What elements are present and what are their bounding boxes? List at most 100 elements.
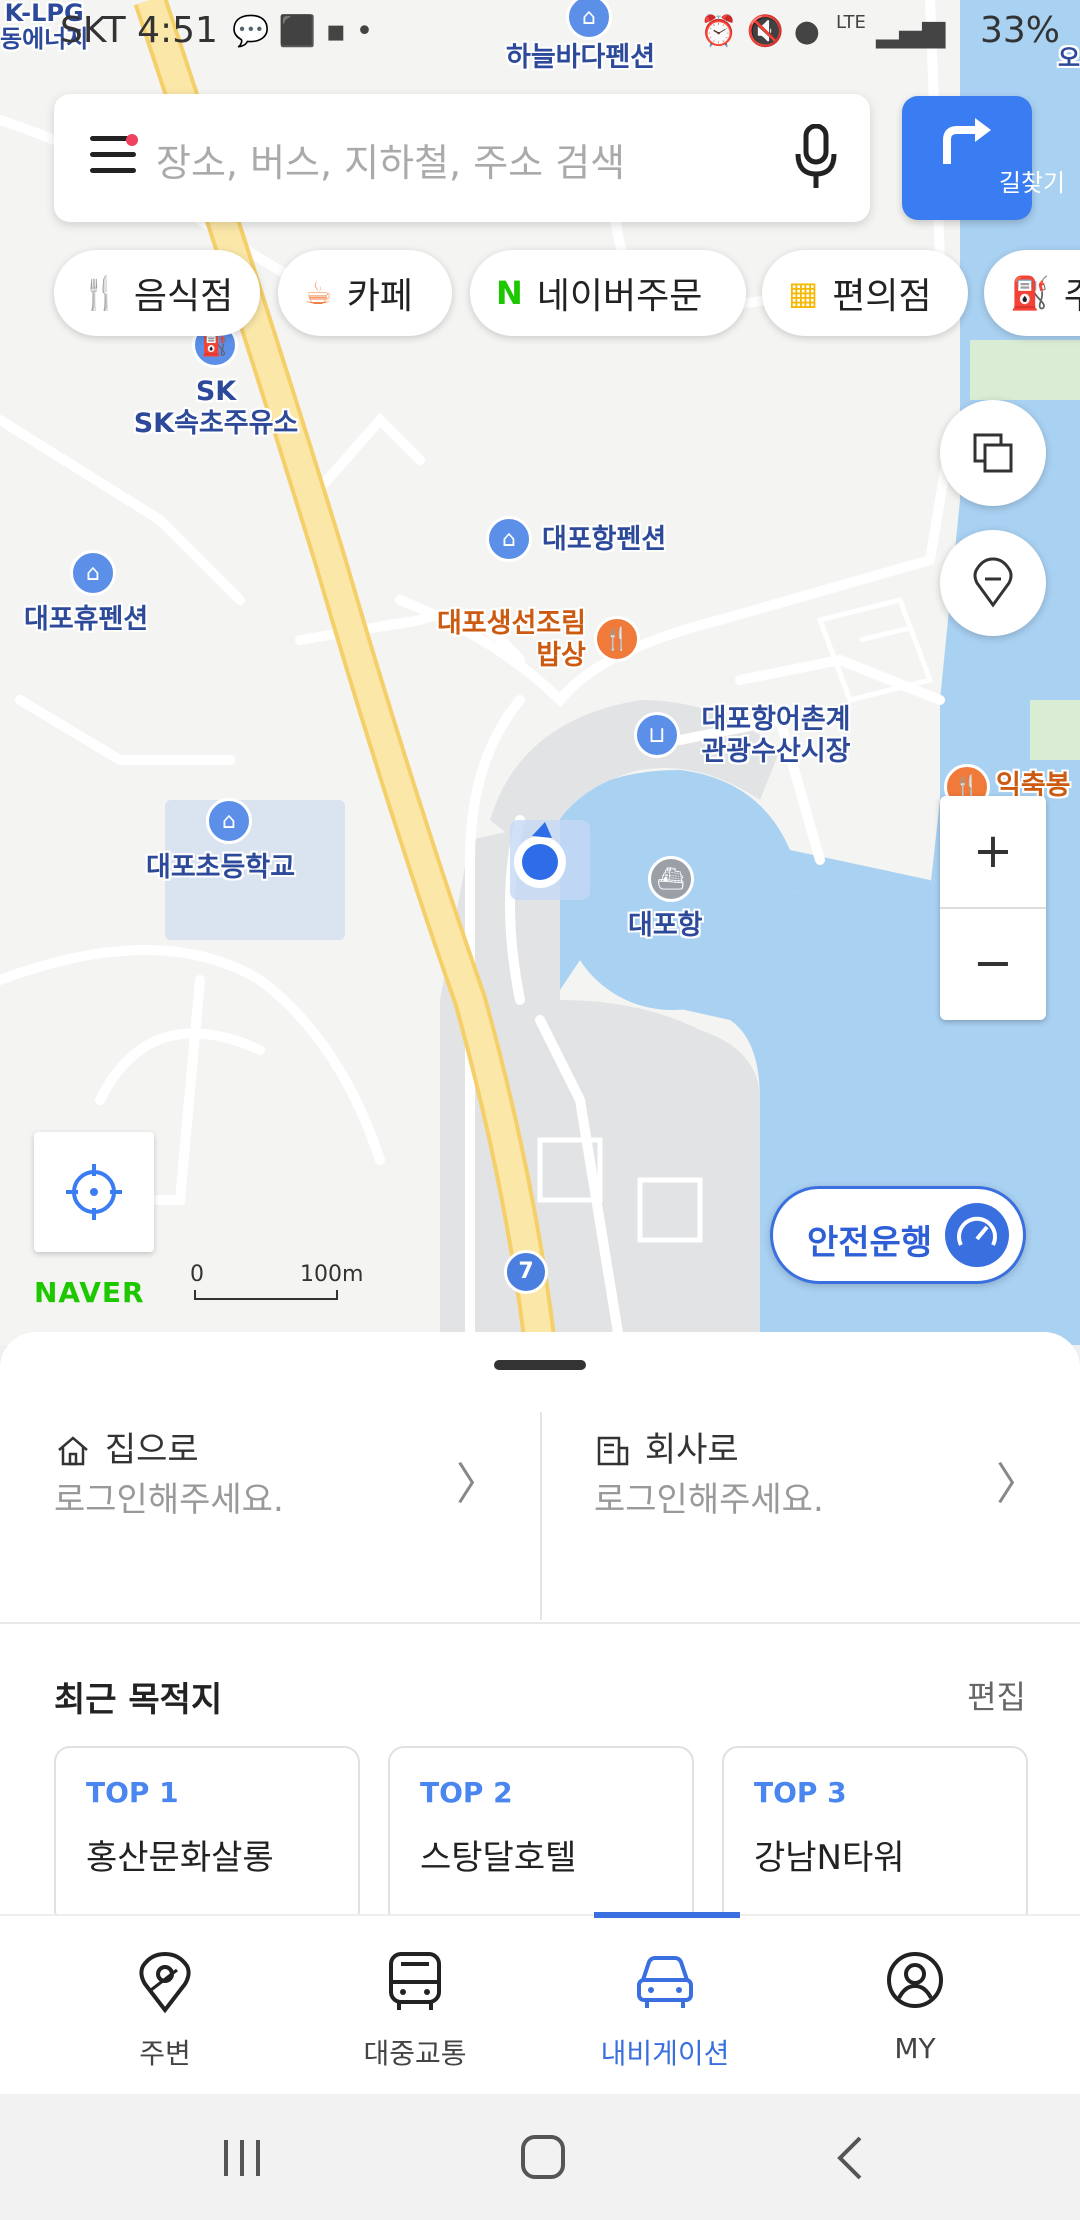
chip-label: 주 (1064, 267, 1080, 319)
chip-cafe[interactable]: ☕ 카페 (278, 250, 452, 336)
directions-label: 길찾기 (998, 169, 1066, 197)
microphone-icon[interactable] (794, 124, 838, 192)
bottom-navigation: 주변 대중교통 내비게이션 MY (0, 1912, 1080, 2096)
nav-tab-label: 주변 (139, 2037, 191, 2070)
bottom-sheet: 집으로 로그인해주세요. 〉 회사로 로그인해주세요. 〉 최근 목적지 편집 … (0, 1332, 1080, 1926)
directions-button[interactable]: 길찾기 (902, 96, 1065, 220)
recent-place: 스탕달호텔 (420, 1838, 577, 1878)
chip-convenience-store[interactable]: ▦ 편의점 (762, 250, 968, 336)
favorite-home[interactable]: 집으로 로그인해주세요. 〉 (0, 1422, 540, 1622)
safe-drive-label: 안전운행 (807, 1223, 933, 1263)
pin-icon (139, 1951, 191, 2014)
recent-rank: TOP 2 (420, 1776, 513, 1809)
nav-tab-transit[interactable]: 대중교통 (290, 1916, 540, 2096)
map-label-daepo-hyu-pension[interactable]: 대포휴펜션 (24, 604, 148, 636)
map-scale: 0 100m (190, 1262, 365, 1302)
nav-tab-label: MY (894, 2032, 936, 2065)
building-icon (597, 1436, 629, 1466)
nav-tab-label: 내비게이션 (600, 2037, 730, 2070)
chip-gas-station[interactable]: ⛽주 (984, 250, 1080, 336)
naver-n-icon: N (496, 274, 523, 312)
pension-pin-icon[interactable]: ⌂ (70, 550, 116, 596)
map-label-restaurant[interactable]: 대포생선조림 밥상 (420, 608, 586, 672)
map-view[interactable]: K-LPG 동에너지 ⌂ 하늘바다펜션 오 ⛽ SK SK속초주유소 ⌂ 대포항펜션… (0, 0, 1080, 1345)
school-pin-icon[interactable]: ⌂ (206, 798, 252, 844)
recent-place: 홍산문화살롱 (86, 1838, 274, 1878)
store-icon: ▦ (788, 274, 819, 312)
road-number-badge: 7 (504, 1250, 548, 1294)
recent-edit-button[interactable]: 편집 (967, 1672, 1026, 1718)
zoom-in-button[interactable]: + (940, 796, 1046, 906)
favorite-home-label: 집으로 (104, 1430, 199, 1470)
battery-percent: 33% (979, 10, 1060, 51)
map-label-market[interactable]: 대포항어촌계 관광수산시장 (688, 704, 864, 768)
map-label-daepo-hang-pension[interactable]: 대포항펜션 (542, 524, 666, 556)
pension-pin-icon[interactable]: ⌂ (486, 516, 532, 562)
map-label-school[interactable]: 대포초등학교 (146, 852, 295, 884)
system-navigation-bar (0, 2094, 1080, 2220)
favorite-work-subtitle: 로그인해주세요. (594, 1480, 824, 1520)
scale-start-label: 0 (190, 1262, 204, 1287)
scale-bar (194, 1290, 338, 1300)
current-location-button[interactable] (34, 1132, 154, 1252)
favorite-home-subtitle: 로그인해주세요. (54, 1480, 284, 1520)
chip-restaurant[interactable]: 🍴 음식점 (54, 250, 260, 336)
nav-tab-label: 대중교통 (363, 2037, 467, 2070)
scale-end-label: 100m (300, 1262, 364, 1287)
recent-place: 강남N타워 (754, 1838, 905, 1878)
search-input[interactable]: 장소, 버스, 지하철, 주소 검색 (156, 132, 625, 187)
chip-label: 카페 (346, 276, 413, 317)
home-button-icon[interactable] (520, 2134, 566, 2180)
section-divider (0, 1622, 1080, 1624)
market-pin-icon[interactable]: ⊔ (634, 712, 680, 758)
naver-logo: NAVER (34, 1276, 145, 1309)
car-icon (637, 1956, 693, 2008)
chip-label: 네이버주문 (536, 276, 703, 317)
safe-drive-button[interactable]: 안전운행 (770, 1186, 1026, 1284)
sheet-drag-handle[interactable] (494, 1360, 586, 1370)
recent-destination-card[interactable]: TOP 2 스탕달호텔 (388, 1746, 694, 1926)
chevron-right-icon: 〉 (456, 1459, 500, 1510)
favorite-home-title: 집으로 (56, 1422, 199, 1471)
category-chips: 🍴음식점 ☕카페 N네이버주문 ▦편의점 ⛽주 (54, 250, 1080, 336)
map-label-port[interactable]: 대포항 (628, 910, 703, 942)
restaurant-pin-icon[interactable]: 🍴 (594, 616, 640, 662)
recent-destination-card[interactable]: TOP 1 홍산문화살롱 (54, 1746, 360, 1926)
bus-icon (389, 1952, 441, 2010)
recent-rank: TOP 3 (754, 1776, 847, 1809)
recent-destination-card[interactable]: TOP 3 강남N타워 (722, 1746, 1028, 1926)
layers-button[interactable] (940, 400, 1046, 506)
gas-icon: ⛽ (1010, 274, 1050, 312)
nav-tab-navigation[interactable]: 내비게이션 (540, 1916, 790, 2096)
nav-tab-my[interactable]: MY (790, 1916, 1040, 2096)
location-pin-button[interactable] (940, 530, 1046, 636)
chip-naver-order[interactable]: N 네이버주문 (470, 250, 746, 336)
recent-destinations-title: 최근 목적지 (54, 1680, 223, 1720)
signal-icon: ▂▄▆ (876, 14, 946, 49)
zoom-control: + − (940, 796, 1046, 1020)
chip-label: 음식점 (133, 276, 234, 317)
person-icon (887, 1952, 943, 2008)
recent-apps-icon[interactable] (220, 2138, 264, 2178)
restaurant-icon: 🍴 (80, 274, 120, 312)
favorite-work-title: 회사로 (596, 1422, 739, 1471)
notification-icons: 💬 ⬛ ▪ • (232, 14, 374, 49)
favorite-work[interactable]: 회사로 로그인해주세요. 〉 (540, 1422, 1080, 1622)
crosshair-icon (66, 1164, 122, 1220)
home-icon (58, 1436, 88, 1466)
back-icon[interactable] (834, 2136, 864, 2180)
port-pin-icon[interactable]: ⛴ (648, 856, 694, 902)
nav-tab-nearby[interactable]: 주변 (40, 1916, 290, 2096)
layers-icon (973, 433, 1013, 473)
cafe-icon: ☕ (304, 274, 333, 312)
system-status-icons: ⏰ 🔇 ● (700, 14, 820, 49)
zoom-out-button[interactable]: − (940, 908, 1046, 1018)
location-pin-icon (973, 557, 1013, 608)
search-bar[interactable]: 장소, 버스, 지하철, 주소 검색 (54, 94, 870, 222)
speedometer-icon (945, 1203, 1009, 1267)
recent-rank: TOP 1 (86, 1776, 179, 1809)
status-carrier-time: SKT 4:51 (60, 10, 218, 51)
network-label: LTE (836, 12, 866, 33)
map-label-sk[interactable]: SK SK속초주유소 (128, 376, 304, 440)
favorite-work-label: 회사로 (644, 1430, 739, 1470)
